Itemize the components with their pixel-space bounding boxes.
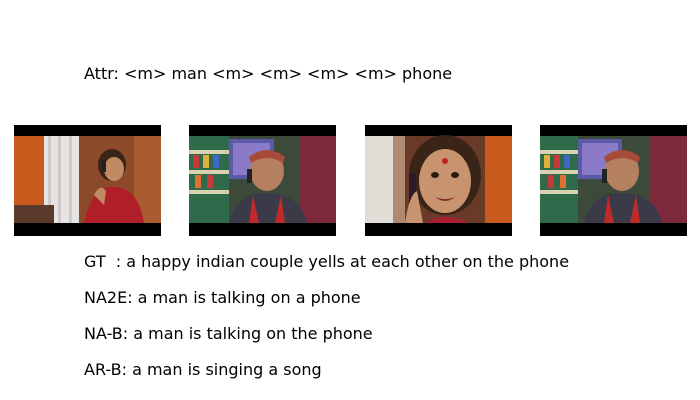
attribute-line: Attr: <m> man <m> <m> <m> <m> phone — [84, 64, 453, 83]
video-frame-2-image — [189, 125, 336, 236]
video-frame-4 — [540, 125, 687, 236]
video-frame-3-image — [365, 125, 512, 236]
video-frame-1 — [14, 125, 161, 236]
na2e-caption: NA2E: a man is talking on a phone — [84, 288, 361, 307]
video-frame-2 — [189, 125, 336, 236]
video-frame-1-image — [14, 125, 161, 236]
video-frame-4-image — [540, 125, 687, 236]
ground-truth-caption: GT : a happy indian couple yells at each… — [84, 252, 570, 271]
video-frame-3 — [365, 125, 512, 236]
ar-b-caption: AR-B: a man is singing a song — [84, 360, 322, 379]
na-b-caption: NA-B: a man is talking on the phone — [84, 324, 373, 343]
